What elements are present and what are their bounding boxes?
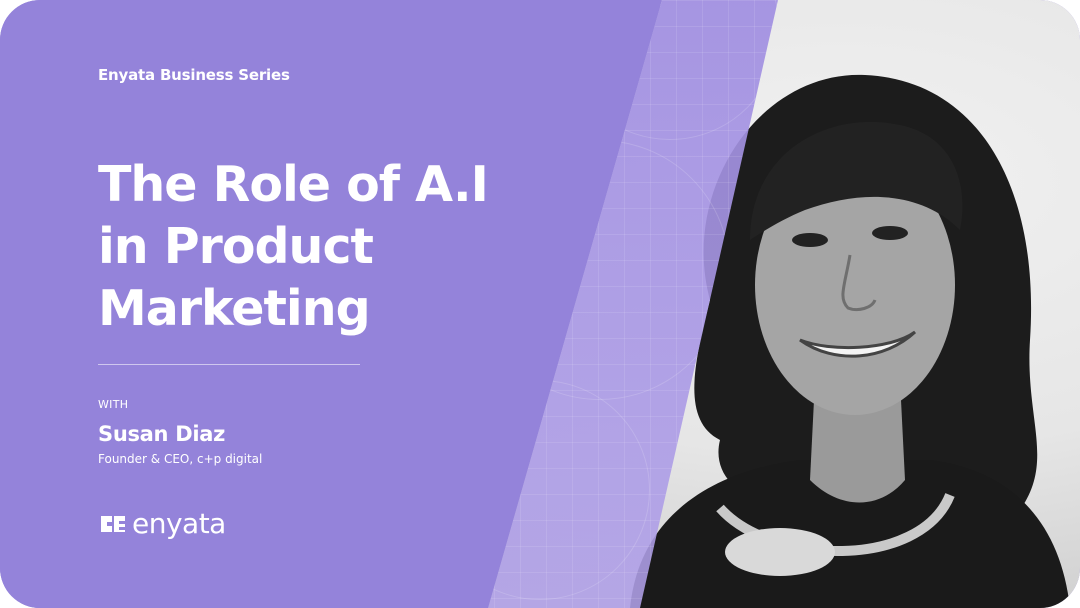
right-eye — [872, 226, 908, 240]
speaker-role: Founder & CEO, c+p digital — [98, 452, 263, 466]
promo-card: Enyata Business Series The Role of A.I i… — [0, 0, 1080, 608]
page-title: The Role of A.I in Product Marketing — [98, 154, 538, 340]
with-label: WITH — [98, 398, 129, 411]
brand-logo: enyata — [98, 510, 226, 538]
series-label: Enyata Business Series — [98, 66, 290, 84]
title-line: Marketing — [98, 280, 371, 337]
title-line: in Product — [98, 218, 374, 275]
enyata-logo-icon — [101, 516, 125, 532]
left-eye — [792, 233, 828, 247]
speaker-portrait — [630, 74, 1070, 608]
logo-text: enyata — [132, 507, 226, 540]
title-line: The Role of A.I — [98, 156, 489, 213]
divider — [98, 364, 360, 365]
necklace-pendant — [725, 528, 835, 576]
speaker-name: Susan Diaz — [98, 422, 226, 446]
